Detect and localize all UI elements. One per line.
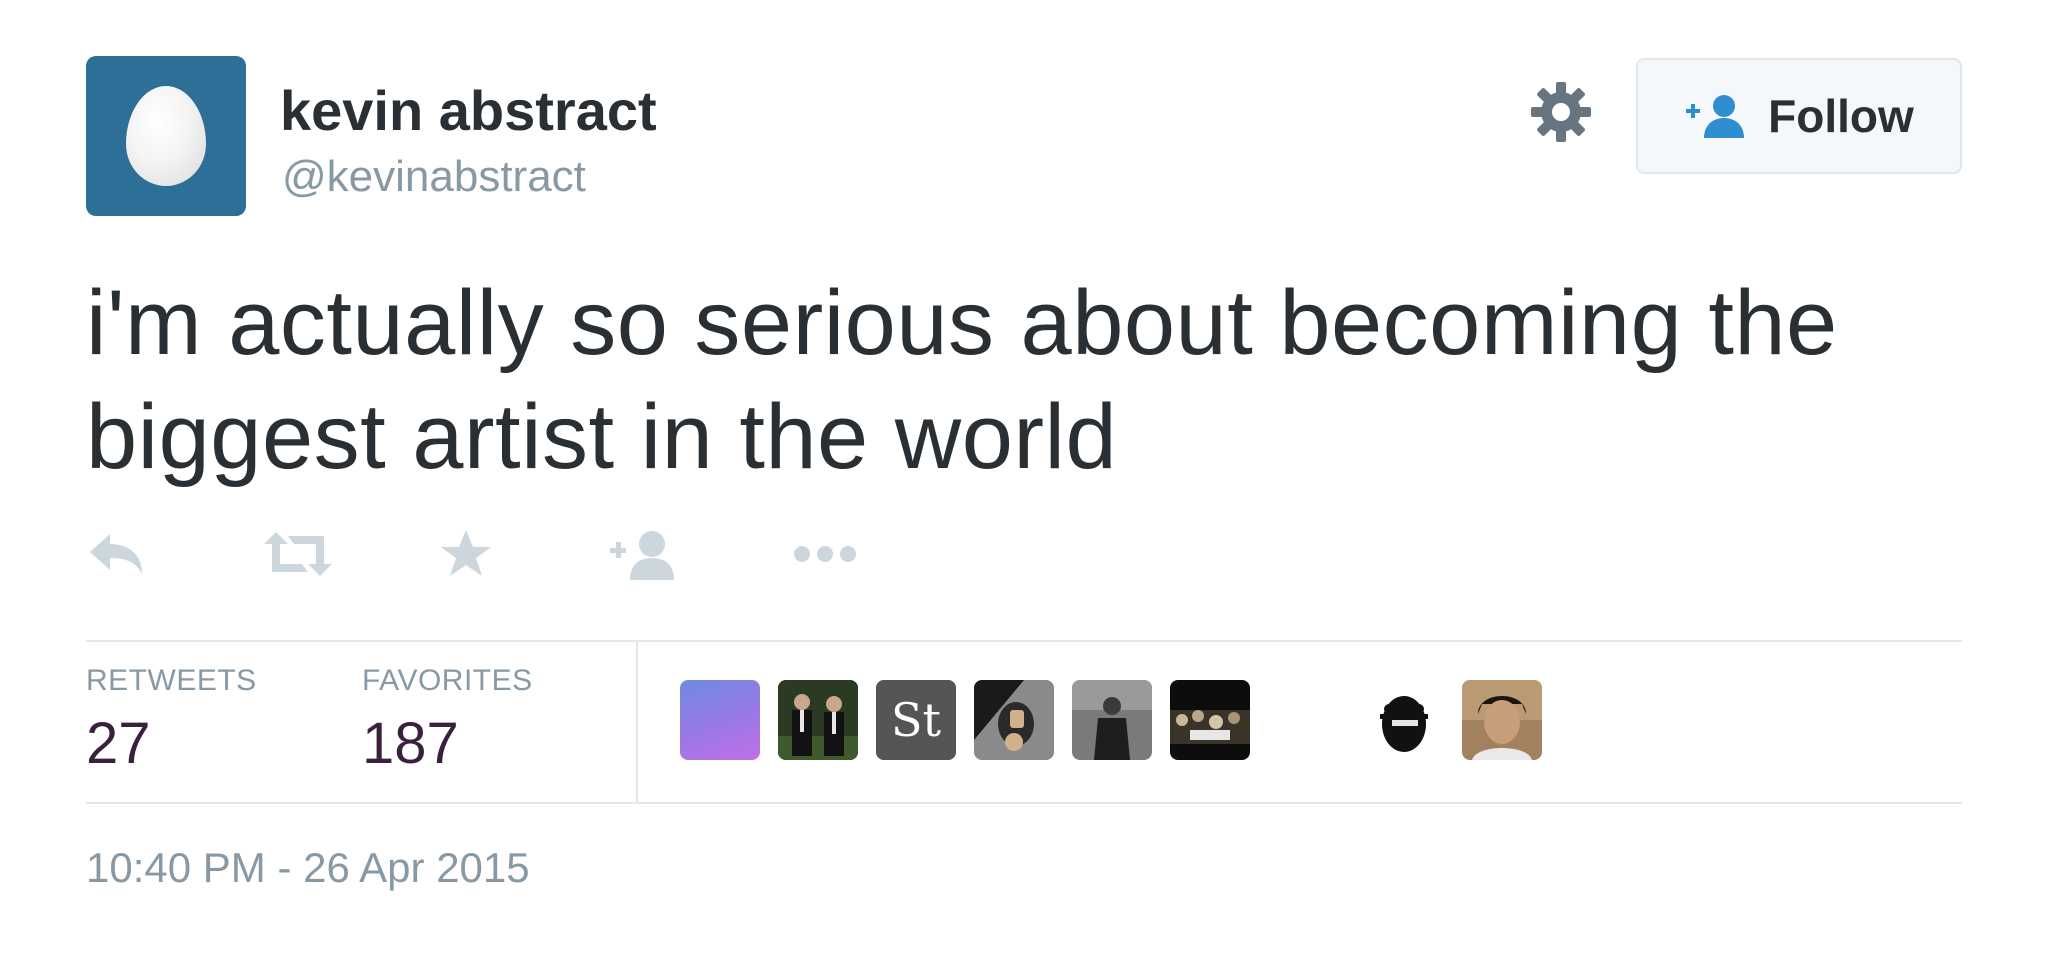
favorites-label: FAVORITES	[362, 664, 533, 697]
follow-button-label: Follow	[1768, 90, 1914, 142]
reply-icon[interactable]	[86, 526, 146, 582]
favoriter-avatar-2[interactable]	[778, 680, 858, 760]
gear-icon[interactable]	[1529, 80, 1593, 144]
favoriter-avatar-8[interactable]	[1462, 680, 1542, 760]
favoriter-avatar-3[interactable]: St	[876, 680, 956, 760]
stats-divider	[636, 642, 638, 802]
tweet-timestamp[interactable]: 10:40 PM - 26 Apr 2015	[86, 844, 530, 892]
favoriter-avatar-5[interactable]	[1072, 680, 1152, 760]
favoriter-avatar-6[interactable]	[1170, 680, 1250, 760]
user-handle[interactable]: @kevinabstract	[282, 152, 586, 202]
tweet-stats: RETWEETS 27 FAVORITES 187 St	[86, 640, 1962, 804]
favoriter-avatar-7[interactable]	[1366, 680, 1446, 760]
retweets-count: 27	[86, 711, 151, 776]
add-user-icon[interactable]	[608, 526, 680, 582]
svg-text:St: St	[891, 693, 942, 747]
user-avatar[interactable]	[86, 56, 246, 216]
star-icon[interactable]	[438, 526, 494, 582]
favoriter-avatar-4[interactable]	[974, 680, 1054, 760]
tweet-text: i'm actually so serious about becoming t…	[86, 272, 1838, 488]
tweet-actions	[86, 526, 856, 586]
add-user-icon	[1686, 95, 1745, 138]
retweets-label: RETWEETS	[86, 664, 257, 697]
retweet-icon[interactable]	[262, 526, 334, 582]
egg-icon	[126, 86, 206, 186]
favoriter-avatar-1[interactable]	[680, 680, 760, 760]
user-fullname[interactable]: kevin abstract	[280, 78, 657, 143]
favorites-count: 187	[362, 711, 459, 776]
more-dots-icon[interactable]	[790, 526, 860, 582]
tweet-card: kevin abstract @kevinabstract Follow i'm…	[86, 56, 1962, 916]
follow-button[interactable]: Follow	[1636, 58, 1962, 174]
